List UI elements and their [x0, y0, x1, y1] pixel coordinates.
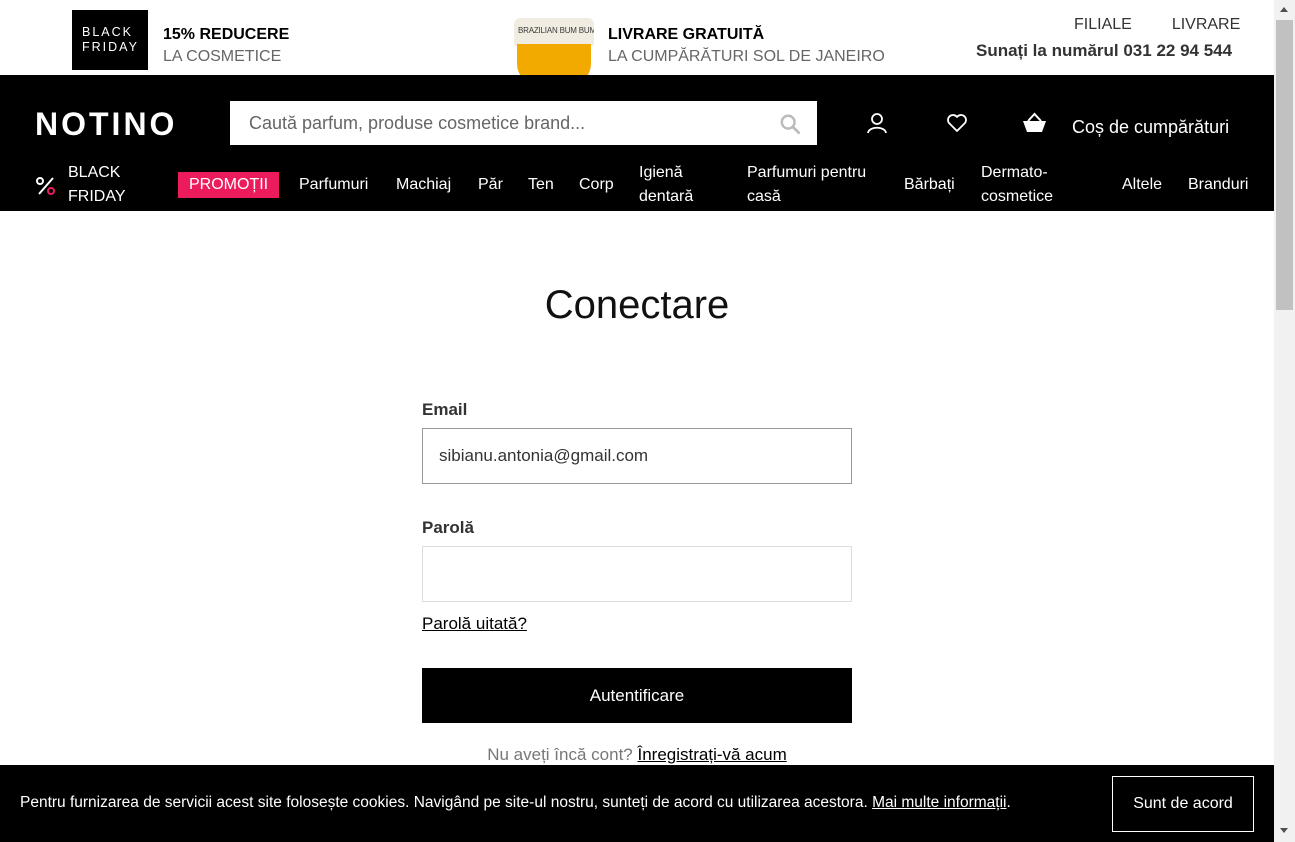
password-field[interactable] [423, 547, 851, 601]
nav-ten[interactable]: Ten [528, 173, 554, 197]
search-icon[interactable] [779, 113, 801, 135]
email-field-wrapper [422, 428, 852, 484]
scroll-up-icon[interactable] [1280, 7, 1288, 12]
jar-label: BRAZILIAN BUM BUM CREAM [518, 26, 594, 35]
nav-black-friday-line1: BLACK [68, 164, 121, 181]
nav-promotii[interactable]: PROMOȚII [178, 172, 280, 198]
nav-dermato-line1: Dermato- [981, 164, 1048, 181]
cookie-text: Pentru furnizarea de servicii acest site… [20, 794, 868, 811]
cookie-banner: Pentru furnizarea de servicii acest site… [0, 765, 1274, 842]
register-line: Nu aveți încă cont? Înregistrați-vă acum [0, 745, 1274, 765]
nav-igiena-line1: Igienă [639, 164, 683, 181]
livrare-link[interactable]: LIVRARE [1172, 16, 1240, 33]
email-field[interactable] [423, 429, 851, 483]
badge-line2: FRIDAY [82, 40, 139, 54]
user-icon[interactable] [865, 111, 889, 135]
nav-altele[interactable]: Altele [1122, 173, 1162, 197]
page-title: Conectare [544, 283, 730, 327]
top-links: FILIALE LIVRARE [1074, 16, 1240, 34]
promo2-subtitle: LA CUMPĂRĂTURI SOL DE JANEIRO [608, 48, 885, 65]
nav-igiena-dentara[interactable]: Igienă dentară [639, 161, 693, 209]
search-input[interactable] [230, 101, 770, 145]
promo1-title: 15% REDUCERE [163, 26, 290, 43]
nav-dermato-cosmetice[interactable]: Dermato- cosmetice [981, 161, 1053, 209]
email-label: Email [422, 400, 468, 419]
heart-icon[interactable] [945, 111, 969, 135]
nav-parfumuri-casa[interactable]: Parfumuri pentru casă [747, 161, 866, 209]
register-link[interactable]: Înregistrați-vă acum [637, 745, 786, 764]
password-field-wrapper [422, 546, 852, 602]
scroll-down-icon[interactable] [1280, 828, 1288, 833]
promo2-title: LIVRARE GRATUITĂ [608, 26, 765, 43]
nav-parfumuri-casa-line2: casă [747, 188, 781, 205]
nav-parfumuri[interactable]: Parfumuri [299, 173, 368, 197]
filiale-link[interactable]: FILIALE [1074, 16, 1132, 33]
cookie-more-info-link[interactable]: Mai multe informații [872, 794, 1006, 811]
password-label: Parolă [422, 518, 474, 537]
main-header: NOTINO Coș de cumpărături BLACK FRIDAY P… [0, 75, 1274, 211]
page-scrollbar[interactable] [1274, 0, 1295, 842]
promo-discount[interactable]: 15% REDUCERE LA COSMETICE [163, 26, 289, 66]
black-friday-badge[interactable]: BLACK FRIDAY [72, 10, 148, 70]
product-jar-image[interactable]: BRAZILIAN BUM BUM CREAM [514, 14, 594, 75]
phone-number[interactable]: Sunați la numărul 031 22 94 544 [976, 41, 1232, 61]
nav-parfumuri-casa-line1: Parfumuri pentru [747, 164, 867, 181]
badge-line1: BLACK [82, 25, 133, 39]
percent-icon [36, 177, 55, 195]
nav-corp[interactable]: Corp [579, 173, 614, 197]
forgot-password-link[interactable]: Parolă uitată? [422, 614, 527, 634]
scroll-thumb[interactable] [1276, 20, 1293, 310]
nav-black-friday-line2: FRIDAY [68, 188, 126, 205]
nav-par[interactable]: Păr [478, 173, 503, 197]
cookie-accept-button[interactable]: Sunt de acord [1112, 776, 1254, 832]
nav-barbati[interactable]: Bărbați [904, 173, 955, 197]
cookie-message: Pentru furnizarea de servicii acest site… [20, 794, 1011, 812]
cart-label[interactable]: Coș de cumpărături [1072, 117, 1229, 138]
nav-branduri[interactable]: Branduri [1188, 173, 1248, 197]
nav-machiaj[interactable]: Machiaj [396, 173, 451, 197]
main-nav: BLACK FRIDAY PROMOȚII Parfumuri Machiaj … [0, 161, 1274, 211]
notino-logo[interactable]: NOTINO [35, 106, 177, 143]
nav-dermato-line2: cosmetice [981, 188, 1054, 205]
promo-free-delivery[interactable]: LIVRARE GRATUITĂ LA CUMPĂRĂTURI SOL DE J… [608, 26, 885, 66]
nav-black-friday[interactable]: BLACK FRIDAY [68, 161, 125, 209]
search-box [230, 101, 817, 145]
login-button[interactable]: Autentificare [422, 668, 852, 723]
nav-igiena-line2: dentară [639, 188, 694, 205]
promo-bar: BLACK FRIDAY 15% REDUCERE LA COSMETICE B… [0, 0, 1274, 75]
promo1-subtitle: LA COSMETICE [163, 48, 282, 65]
no-account-text: Nu aveți încă cont? [487, 745, 633, 764]
cookie-suffix: . [1006, 794, 1011, 811]
basket-icon[interactable] [1021, 111, 1048, 135]
